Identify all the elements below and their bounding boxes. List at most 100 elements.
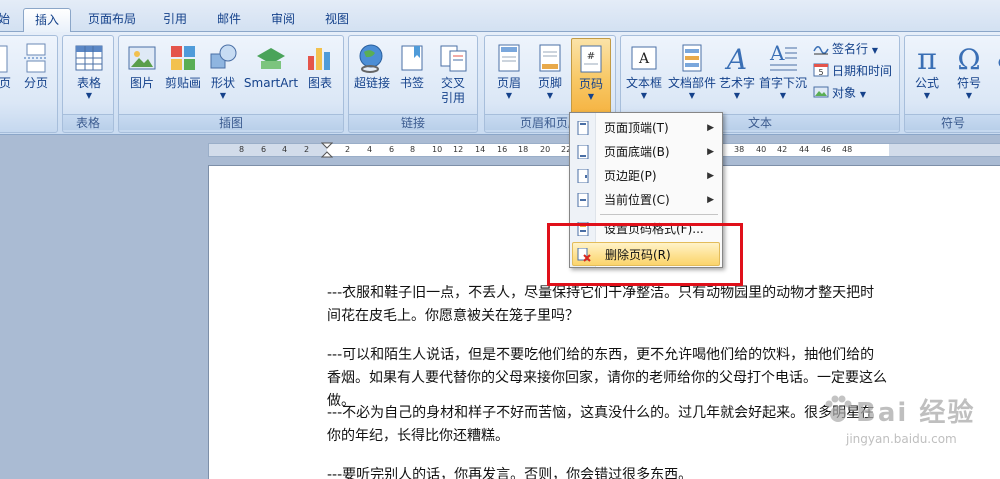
ruler-tick-label: 6 [261,145,267,154]
special-symbol-icon: & [997,46,1000,74]
picture-label: 图片 [129,76,154,90]
svg-text:Ω: Ω [957,43,980,74]
ruler-tick-label: 46 [821,145,832,154]
text-box-label: 文本框 [625,76,662,90]
bookmark-button[interactable]: 书签 [395,38,429,114]
ruler-tick-label: 6 [389,145,395,154]
ruler-tick-label: 10 [432,145,443,154]
watermark-title: Bai 经验 [856,398,976,428]
bookmark-label: 书签 [399,76,424,90]
wordart-label: 艺术字 [718,76,755,90]
table-button[interactable]: 表格 ▼ [67,38,111,114]
chevron-down-icon: ▼ [640,91,648,100]
footer-label: 页脚 [537,76,562,90]
drop-cap-button[interactable]: A 首字下沉 ▼ [759,38,807,114]
ruler-right-margin [889,144,1000,156]
page-bottom-icon [577,145,589,159]
tab-page-layout[interactable]: 页面布局 [80,8,144,32]
menu-item-page-margins[interactable]: 页边距(P) ▶ [572,164,720,188]
chart-button[interactable]: 图表 [301,38,339,114]
ruler-tick-label: 44 [799,145,810,154]
header-button[interactable]: 页眉 ▼ [489,38,529,114]
clip-art-icon [171,46,195,70]
chart-label: 图表 [307,76,332,90]
ruler-tick-label: 12 [453,145,464,154]
tab-insert[interactable]: 插入 [23,8,71,33]
symbol-button[interactable]: Ω 符号 ▼ [949,38,989,114]
tab-view[interactable]: 视图 [314,8,360,32]
signature-line-icon [813,46,829,55]
clip-art-button[interactable]: 剪贴画 [163,38,203,114]
paragraph[interactable]: ---不必为自己的身材和样子不好而苦恼，这真没什么的。过几年就会好起来。很多明星… [327,402,887,448]
svg-text:#: # [587,51,595,62]
picture-button[interactable]: 图片 [123,38,161,114]
page-number-icon: # [580,45,602,73]
cross-reference-button[interactable]: 交叉 引用 [433,38,473,114]
ruler-area: 8642246810121416182022242628303234363840… [0,135,1000,163]
calendar-icon: 5 [813,63,829,77]
drop-cap-icon: A [769,42,797,71]
svg-text:A: A [638,51,650,67]
shapes-button[interactable]: 形状 ▼ [205,38,241,114]
footer-button[interactable]: 页脚 ▼ [531,38,569,114]
equation-label: 公式 [914,76,939,90]
page-top-icon [577,121,589,135]
ruler-tick-label: 8 [239,145,245,154]
text-box-icon: A [631,46,657,70]
group-tables-label: 表格 [63,114,113,130]
picture-icon [128,46,156,70]
group-illustrations: 图片 剪贴画 形状 ▼ SmartArt 图表 插图 [118,35,344,133]
page-break-button[interactable]: 分页 [17,38,55,114]
ruler-tick-label: 16 [497,145,508,154]
paw-logo-icon [825,395,852,422]
page-break-icon [24,43,48,73]
cross-reference-label-1: 交叉 [440,76,465,90]
ruler-tick-label: 4 [367,145,373,154]
group-illustrations-label: 插图 [119,114,343,130]
equation-button[interactable]: π 公式 ▼ [907,38,947,114]
tab-review[interactable]: 审阅 [260,8,306,32]
chevron-down-icon: ▼ [923,91,931,100]
signature-line-button[interactable]: 签名行 ▼ [813,39,878,59]
chevron-down-icon: ▼ [733,91,741,100]
ruler-tick-label: 40 [756,145,767,154]
current-position-icon [577,193,589,207]
text-box-button[interactable]: A 文本框 ▼ [623,38,665,114]
ruler-tick-label: 2 [345,145,351,154]
object-button[interactable]: 对象 ▼ [813,83,866,103]
menu-separator [600,214,718,215]
tab-mailings[interactable]: 邮件 [206,8,252,32]
object-icon [813,86,829,98]
menu-item-top-of-page[interactable]: 页面顶端(T) ▶ [572,116,720,140]
page-number-button[interactable]: # 页码 ▼ [571,38,611,114]
smartart-button[interactable]: SmartArt [243,38,299,114]
menu-item-current-position[interactable]: 当前位置(C) ▶ [572,188,720,212]
paragraph[interactable]: ---衣服和鞋子旧一点，不丢人，尽量保持它们干净整洁。只有动物园里的动物才整天把… [327,282,887,328]
ruler-left-margin [209,144,327,156]
special-symbol-button[interactable]: & [993,38,1000,114]
drop-cap-label: 首字下沉 [759,76,808,90]
watermark-url: jingyan.baidu.com [846,432,957,446]
tab-references[interactable]: 引用 [152,8,198,32]
blank-page-button[interactable]: 页 [0,38,15,114]
group-tables: 表格 ▼ 表格 [62,35,114,133]
group-symbols: π 公式 ▼ Ω 符号 ▼ & 符号 [904,35,1000,133]
menu-item-label: 页面底端(B) [604,145,670,159]
quick-parts-button[interactable]: 文档部件 ▼ [667,38,717,114]
hyperlink-button[interactable]: 超链接 [351,38,393,114]
wordart-button[interactable]: A 艺术字 ▼ [717,38,757,114]
paragraph[interactable]: ---要听完别人的话，你再发言。否则，你会错过很多东西。 [327,464,887,479]
menu-item-label: 当前位置(C) [604,193,670,207]
bar-chart-icon [308,48,330,70]
cross-reference-icon [440,45,467,72]
header-label: 页眉 [496,76,521,90]
indent-marker-icon[interactable] [321,142,333,158]
date-time-button[interactable]: 5 日期和时间 [813,61,892,81]
menu-item-bottom-of-page[interactable]: 页面底端(B) ▶ [572,140,720,164]
ruler-tick-label: 48 [842,145,853,154]
smartart-label: SmartArt [243,76,299,90]
date-time-label: 日期和时间 [832,64,893,78]
ruler-tick-label: 4 [282,145,288,154]
chevron-down-icon: ▼ [965,91,973,100]
tab-start[interactable]: 始 [0,8,18,32]
